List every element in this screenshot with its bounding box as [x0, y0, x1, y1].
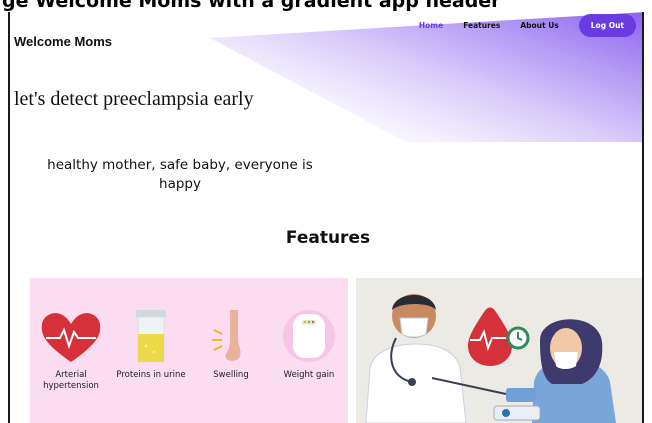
hero-tagline: healthy mother, safe baby, everyone is h…	[47, 157, 313, 192]
feature-item-weight[interactable]: Weight gain	[274, 308, 344, 381]
feature-item-hypertension[interactable]: Arterial hypertension	[36, 308, 106, 392]
top-nav: Home Features About Us Log Out	[419, 14, 636, 37]
logout-button[interactable]: Log Out	[578, 14, 636, 37]
swollen-leg-icon	[212, 310, 241, 361]
nav-home-link[interactable]: Home	[419, 21, 443, 30]
urine-cup-icon	[136, 310, 166, 363]
doctor-illustration	[356, 278, 642, 423]
feature-item-swelling[interactable]: Swelling	[196, 308, 266, 381]
feature-label: Swelling	[213, 370, 249, 380]
features-panel: Arterial hypertension Proteins in urine …	[30, 278, 348, 423]
hero-headline: let's detect preeclampsia early	[14, 88, 254, 110]
nav-about-link[interactable]: About Us	[520, 21, 558, 30]
doctor-patient-image	[356, 278, 642, 423]
heart-pulse-icon	[41, 313, 101, 362]
brand-title: Welcome Moms	[14, 34, 113, 49]
top-caption: ge Welcome Moms with a gradient app head…	[2, 0, 501, 12]
feature-label: Arterial hypertension	[43, 370, 99, 391]
feature-label: Weight gain	[283, 370, 335, 380]
features-title: Features	[285, 228, 371, 248]
feature-item-proteins[interactable]: Proteins in urine	[116, 308, 186, 381]
scale-icon	[283, 310, 335, 362]
nav-features-link[interactable]: Features	[463, 21, 500, 30]
app-window: Welcome Moms Home Features About Us Log …	[8, 12, 644, 423]
feature-label: Proteins in urine	[116, 370, 186, 380]
